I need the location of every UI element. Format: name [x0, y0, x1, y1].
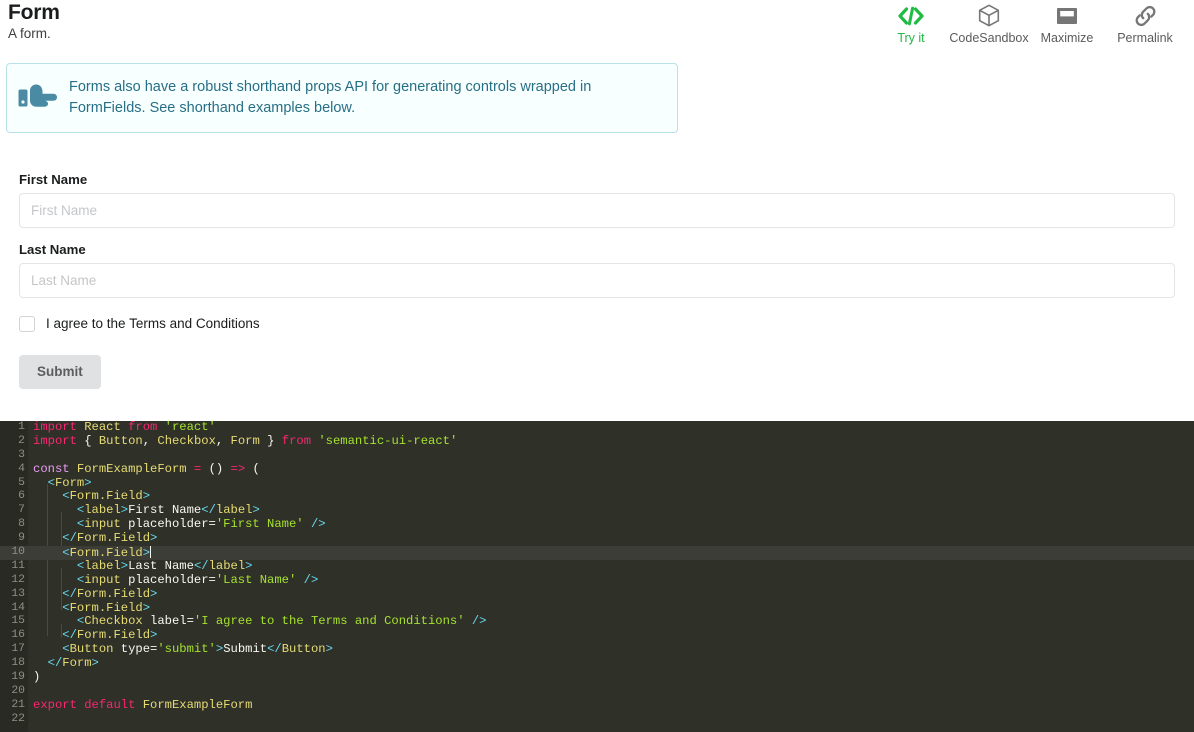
line-text: </Form.Field> [33, 532, 157, 546]
code-line[interactable]: 15 <Checkbox label='I agree to the Terms… [0, 615, 1194, 629]
line-number: 8 [0, 518, 25, 532]
line-text: <Form> [33, 477, 92, 491]
submit-row: Submit [0, 355, 1194, 389]
try-it-label: Try it [897, 31, 924, 45]
cube-icon [978, 2, 1000, 29]
line-text: </Form.Field> [33, 588, 157, 602]
terms-checkbox[interactable] [19, 316, 35, 332]
line-number: 5 [0, 477, 25, 491]
codesandbox-label: CodeSandbox [949, 31, 1028, 45]
code-line[interactable]: 8 <input placeholder='First Name' /> [0, 518, 1194, 532]
line-number: 18 [0, 657, 25, 671]
line-number: 2 [0, 435, 25, 449]
code-line[interactable]: 21 export default FormExampleForm [0, 699, 1194, 713]
code-lines[interactable]: 1 import React from 'react' 2 import { Butt… [0, 421, 1194, 732]
line-text: <label>First Name</label> [33, 504, 260, 518]
code-line[interactable]: 3 [0, 449, 1194, 463]
line-text: <Form.Field> [33, 602, 150, 616]
line-text: import { Button, Checkbox, Form } from '… [33, 435, 457, 449]
permalink-button[interactable]: Permalink [1106, 2, 1184, 45]
code-line[interactable]: 10 <Form.Field> [0, 546, 1194, 560]
first-name-field: First Name [0, 172, 1194, 228]
line-text: <input placeholder='Last Name' /> [33, 574, 318, 588]
page-subtitle: A form. [8, 26, 51, 42]
code-line[interactable]: 2 import { Button, Checkbox, Form } from … [0, 435, 1194, 449]
text-cursor [150, 546, 151, 558]
code-line[interactable]: 5 <Form> [0, 477, 1194, 491]
page-header: Form A form. Try it [0, 0, 1194, 55]
code-editor[interactable]: 1 import React from 'react' 2 import { Butt… [0, 421, 1194, 732]
last-name-input[interactable] [19, 263, 1175, 298]
line-text: const FormExampleForm = () => ( [33, 463, 260, 477]
line-text: <Checkbox label='I agree to the Terms an… [33, 615, 486, 629]
maximize-icon [1056, 2, 1078, 29]
line-number: 1 [0, 421, 25, 435]
line-text: <Form.Field> [33, 490, 150, 504]
code-line[interactable]: 16 </Form.Field> [0, 629, 1194, 643]
info-banner: Forms also have a robust shorthand props… [6, 63, 678, 133]
line-number: 17 [0, 643, 25, 657]
code-line[interactable]: 11 <label>Last Name</label> [0, 560, 1194, 574]
example-form: First Name Last Name I agree to the Term… [0, 172, 1194, 389]
last-name-label: Last Name [19, 242, 1175, 258]
line-number: 22 [0, 713, 25, 727]
code-line[interactable]: 13 </Form.Field> [0, 588, 1194, 602]
code-line[interactable]: 9 </Form.Field> [0, 532, 1194, 546]
line-number: 11 [0, 560, 25, 574]
line-text: import React from 'react' [33, 421, 216, 435]
line-number: 13 [0, 588, 25, 602]
code-line[interactable]: 19) [0, 671, 1194, 685]
line-text: <Button type='submit'>Submit</Button> [33, 643, 333, 657]
line-text: export default FormExampleForm [33, 699, 252, 713]
code-line[interactable]: 18 </Form> [0, 657, 1194, 671]
info-banner-text: Forms also have a robust shorthand props… [69, 77, 677, 119]
code-line[interactable]: 22 [0, 713, 1194, 727]
line-text: ) [33, 671, 40, 685]
terms-checkbox-label[interactable]: I agree to the Terms and Conditions [46, 316, 260, 332]
line-number: 14 [0, 602, 25, 616]
code-line[interactable]: 12 <input placeholder='Last Name' /> [0, 574, 1194, 588]
line-number: 19 [0, 671, 25, 685]
maximize-button[interactable]: Maximize [1028, 2, 1106, 45]
line-number: 4 [0, 463, 25, 477]
line-number: 3 [0, 449, 25, 463]
try-it-button[interactable]: Try it [872, 2, 950, 45]
terms-checkbox-row: I agree to the Terms and Conditions [0, 316, 1194, 332]
line-number: 7 [0, 504, 25, 518]
code-line[interactable]: 17 <Button type='submit'>Submit</Button> [0, 643, 1194, 657]
line-text: </Form.Field> [33, 629, 157, 643]
permalink-label: Permalink [1117, 31, 1173, 45]
line-number: 6 [0, 490, 25, 504]
line-number: 12 [0, 574, 25, 588]
last-name-field: Last Name [0, 242, 1194, 298]
code-line[interactable]: 7 <label>First Name</label> [0, 504, 1194, 518]
pointing-hand-icon [7, 81, 69, 115]
line-text: </Form> [33, 657, 99, 671]
first-name-label: First Name [19, 172, 1175, 188]
page-title: Form [8, 1, 60, 25]
code-line[interactable]: 1 import React from 'react' [0, 421, 1194, 435]
submit-button[interactable]: Submit [19, 355, 101, 389]
first-name-input[interactable] [19, 193, 1175, 228]
link-icon [1134, 2, 1157, 29]
maximize-label: Maximize [1041, 31, 1094, 45]
line-number: 9 [0, 532, 25, 546]
code-line[interactable]: 20 [0, 685, 1194, 699]
code-line[interactable]: 14 <Form.Field> [0, 602, 1194, 616]
example-toolbar: Try it CodeSandbox [872, 2, 1184, 45]
line-number: 21 [0, 699, 25, 713]
line-number: 20 [0, 685, 25, 699]
code-line[interactable]: 4 const FormExampleForm = () => ( [0, 463, 1194, 477]
example-page: Form A form. Try it [0, 0, 1194, 732]
line-number: 10 [0, 546, 25, 560]
codesandbox-button[interactable]: CodeSandbox [950, 2, 1028, 45]
line-text: <label>Last Name</label> [33, 560, 252, 574]
line-text: <input placeholder='First Name' /> [33, 518, 326, 532]
line-number: 15 [0, 615, 25, 629]
code-line[interactable]: 6 <Form.Field> [0, 490, 1194, 504]
code-brackets-icon [898, 2, 924, 29]
line-number: 16 [0, 629, 25, 643]
